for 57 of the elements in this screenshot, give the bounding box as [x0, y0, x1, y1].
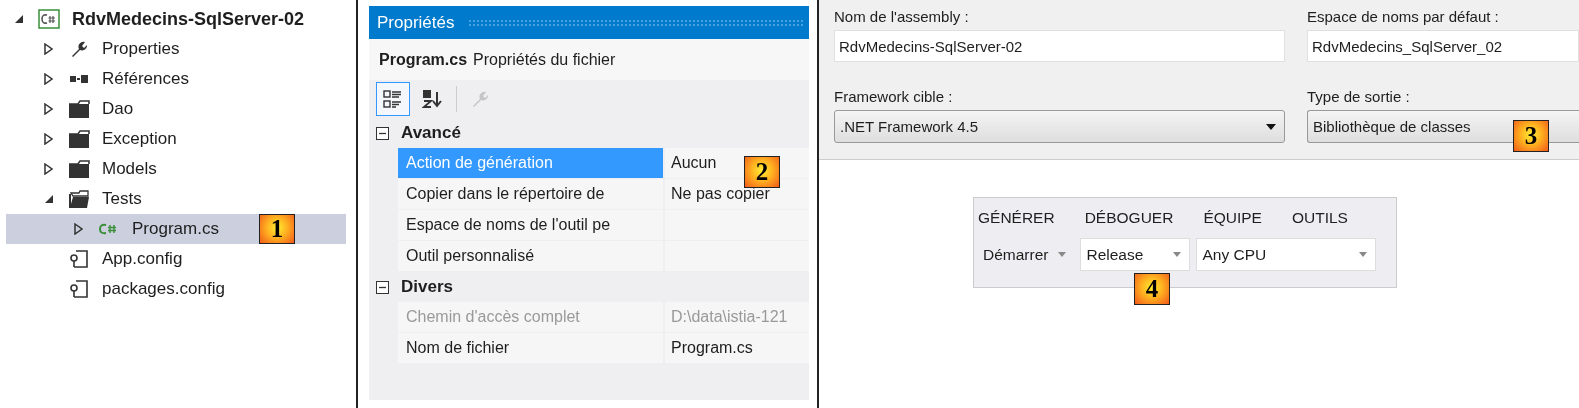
- folder-icon: [68, 99, 90, 119]
- categorized-view-icon[interactable]: [376, 82, 410, 116]
- property-name[interactable]: Outil personnalisé: [398, 241, 665, 271]
- object-type: Propriétés du fichier: [473, 50, 616, 69]
- category-label: Avancé: [401, 123, 461, 143]
- config-file-icon: [69, 249, 89, 269]
- menu-item[interactable]: ÉQUIPE: [1203, 209, 1262, 227]
- callout-number: 4: [1134, 273, 1170, 305]
- text-field[interactable]: RdvMedecins_SqlServer_02: [1307, 30, 1579, 62]
- references-icon: [69, 74, 89, 84]
- field-label: Nom de l'assembly :: [834, 8, 970, 25]
- panel-title: Propriétés: [377, 12, 455, 33]
- menu-item[interactable]: GÉNÉRER: [978, 209, 1055, 227]
- tree-item[interactable]: RdvMedecins-SqlServer-02: [6, 4, 346, 34]
- folder-icon: [68, 159, 90, 179]
- property-value[interactable]: Aucun: [671, 154, 717, 172]
- tree-item[interactable]: App.config: [6, 244, 346, 274]
- property-name[interactable]: Copier dans le répertoire de: [398, 179, 665, 209]
- object-name: Program.cs: [379, 50, 468, 69]
- property-name[interactable]: Nom de fichier: [398, 333, 665, 363]
- expand-arrow-icon[interactable]: [44, 73, 53, 85]
- expand-arrow-icon[interactable]: [74, 223, 83, 235]
- callout-number: 3: [1513, 120, 1549, 152]
- tree-item[interactable]: Models: [6, 154, 346, 184]
- collapse-icon[interactable]: [376, 126, 389, 140]
- field-label: Type de sortie :: [1307, 88, 1411, 105]
- tree-item[interactable]: Dao: [6, 94, 346, 124]
- tree-item[interactable]: packages.config: [6, 274, 346, 304]
- menu-item[interactable]: DÉBOGUER: [1084, 209, 1174, 227]
- expand-arrow-icon[interactable]: [44, 133, 53, 145]
- tree-item[interactable]: Références: [6, 64, 346, 94]
- combo-box[interactable]: Any CPU: [1196, 238, 1377, 271]
- expand-arrow-icon[interactable]: [44, 43, 53, 55]
- expand-arrow-icon[interactable]: [44, 163, 53, 175]
- collapse-arrow-icon[interactable]: [14, 14, 24, 24]
- folder-icon: [68, 129, 90, 149]
- dropdown[interactable]: .NET Framework 4.5: [834, 110, 1285, 143]
- expand-arrow-icon[interactable]: [44, 103, 53, 115]
- dropdown-arrow-icon[interactable]: [1266, 123, 1276, 130]
- callout-number: 1: [259, 214, 295, 244]
- menu-item[interactable]: OUTILS: [1291, 209, 1348, 227]
- tree-item[interactable]: Tests: [6, 184, 346, 214]
- csharp-project-icon: [38, 9, 60, 29]
- collapse-arrow-icon[interactable]: [44, 194, 54, 204]
- start-button[interactable]: Démarrer: [978, 238, 1075, 271]
- combo-box[interactable]: Release: [1080, 238, 1191, 271]
- field-label: Framework cible :: [834, 88, 954, 105]
- tree-item[interactable]: Exception: [6, 124, 346, 154]
- open-folder-icon: [68, 189, 90, 209]
- field-label: Espace de noms par défaut :: [1307, 8, 1500, 25]
- property-name[interactable]: Espace de noms de l'outil pe: [398, 210, 665, 240]
- text-field[interactable]: RdvMedecins-SqlServer-02: [834, 30, 1285, 62]
- tree-item[interactable]: Properties: [6, 34, 346, 64]
- config-file-icon: [69, 279, 89, 299]
- category-label: Divers: [401, 277, 453, 297]
- collapse-icon[interactable]: [376, 280, 389, 294]
- callout-number: 2: [744, 156, 780, 188]
